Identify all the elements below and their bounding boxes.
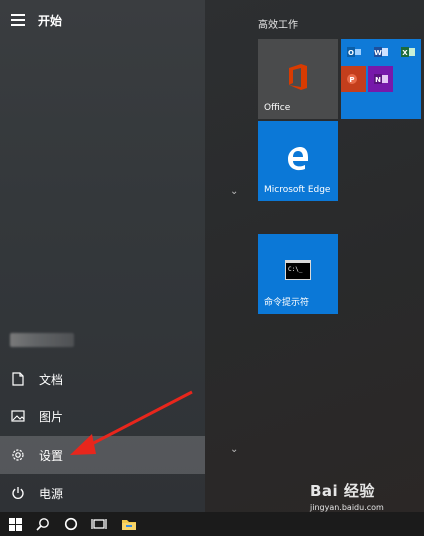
nav-item-label: 电源 <box>39 486 64 501</box>
nav-item-power[interactable]: 电源 <box>0 474 205 512</box>
image-icon <box>11 409 25 423</box>
command-prompt-tile[interactable]: C:\_ 命令提示符 <box>258 234 338 314</box>
svg-text:O: O <box>348 49 354 57</box>
nav-item-label: 文档 <box>39 372 64 387</box>
nav-item-label: 设置 <box>39 448 64 463</box>
cortana-icon[interactable] <box>58 512 84 536</box>
power-icon <box>11 486 25 500</box>
outlook-icon[interactable]: O <box>341 39 366 65</box>
user-account-avatar[interactable] <box>10 333 74 347</box>
office-logo-icon <box>286 63 310 95</box>
word-icon[interactable]: W <box>368 39 393 65</box>
edge-logo-icon <box>285 145 311 175</box>
tile-label: Microsoft Edge <box>264 185 331 195</box>
search-icon[interactable] <box>30 512 56 536</box>
document-icon <box>11 372 25 386</box>
task-view-icon[interactable] <box>86 512 112 536</box>
svg-text:P: P <box>349 76 354 84</box>
powerpoint-icon[interactable]: P <box>341 66 366 92</box>
excel-icon[interactable]: X <box>395 39 420 65</box>
svg-text:N: N <box>375 76 381 84</box>
watermark-url: jingyan.baidu.com <box>310 503 384 512</box>
onenote-icon[interactable]: N <box>368 66 393 92</box>
start-title: 开始 <box>38 14 63 28</box>
nav-item-label: 图片 <box>39 409 64 424</box>
tile-label: 命令提示符 <box>264 298 310 308</box>
watermark-logo: Bai 经验 <box>310 482 375 500</box>
svg-text:C:\_: C:\_ <box>288 266 303 273</box>
tile-label: Office <box>264 103 291 113</box>
file-explorer-icon[interactable] <box>116 512 142 536</box>
baidu-jingyan-watermark: Bai 经验 jingyan.baidu.com <box>310 480 420 524</box>
office-tile[interactable]: Office <box>258 39 338 119</box>
hamburger-menu-icon[interactable] <box>11 14 25 26</box>
windows-start-icon[interactable] <box>2 512 28 536</box>
terminal-icon: C:\_ <box>285 260 311 284</box>
nav-item-pictures[interactable]: 图片 <box>0 397 205 435</box>
nav-item-settings[interactable]: 设置 <box>0 436 205 474</box>
chevron-down-icon[interactable]: ⌄ <box>230 186 238 197</box>
chevron-down-icon[interactable]: ⌄ <box>230 444 238 455</box>
svg-text:X: X <box>402 49 408 57</box>
svg-text:W: W <box>374 49 382 57</box>
gear-icon <box>11 448 25 462</box>
office-apps-folder-tile[interactable]: O W X P N <box>341 39 421 119</box>
nav-item-documents[interactable]: 文档 <box>0 360 205 398</box>
microsoft-edge-tile[interactable]: Microsoft Edge <box>258 121 338 201</box>
tile-group-title[interactable]: 高效工作 <box>258 16 298 31</box>
